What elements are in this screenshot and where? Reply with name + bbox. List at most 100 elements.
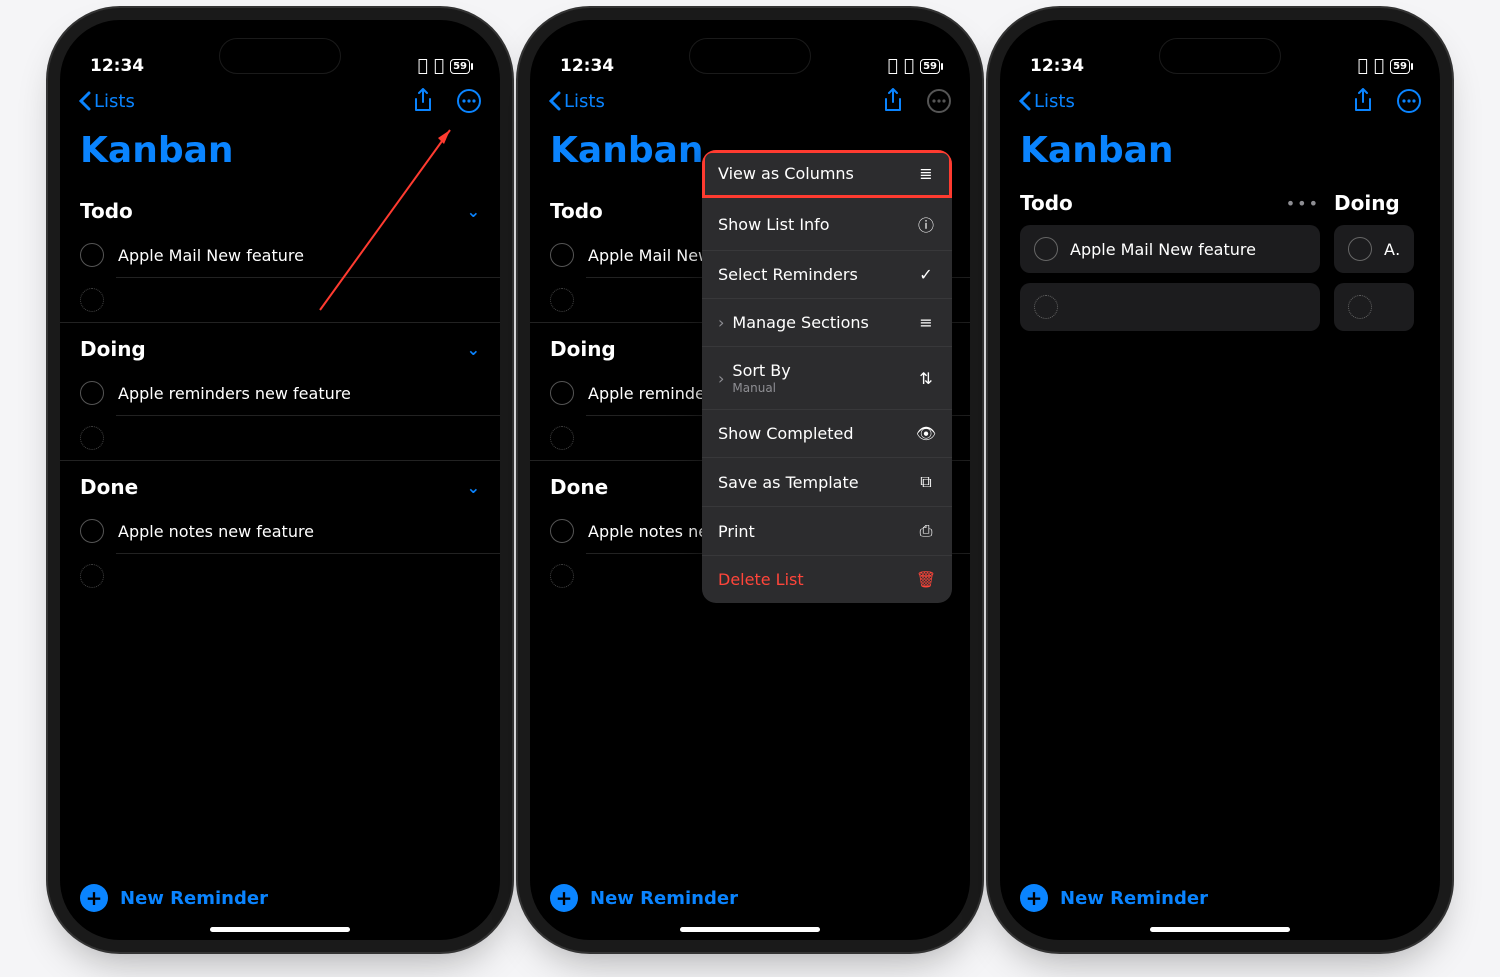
radio-placeholder-icon <box>550 426 574 450</box>
new-reminder-button[interactable]: + New Reminder <box>530 884 970 912</box>
chevron-down-icon: ⌄ <box>467 202 480 221</box>
menu-select-reminders[interactable]: Select Reminders ✓ <box>702 251 952 299</box>
menu-label: Show List Info <box>718 215 830 234</box>
kanban-card[interactable]: Appl <box>1334 225 1414 273</box>
back-button[interactable]: Lists <box>548 91 605 112</box>
chevron-left-icon <box>78 91 92 111</box>
section-name: Done <box>550 475 608 499</box>
menu-label: View as Columns <box>718 164 854 183</box>
menu-show-completed[interactable]: Show Completed 👁 <box>702 410 952 458</box>
plus-circle-icon: + <box>550 884 578 912</box>
ellipsis-circle-icon <box>456 88 482 114</box>
share-icon <box>1352 88 1374 114</box>
radio-placeholder-icon <box>1034 295 1058 319</box>
menu-label: Show Completed <box>718 424 854 443</box>
phone-1: 12:34 􀙇 􀙈 59 Lists Kanban Todo ⌄ <box>60 20 500 940</box>
section-header-done[interactable]: Done ⌄ <box>60 461 500 509</box>
reminder-row[interactable]: Apple notes new feature <box>60 509 500 553</box>
reminder-row-empty[interactable] <box>60 278 500 322</box>
radio-unchecked-icon[interactable] <box>80 243 104 267</box>
wifi-icon: 􀙈 <box>434 56 444 76</box>
chevron-left-icon <box>548 91 562 111</box>
card-text: Apple Mail New feature <box>1070 240 1256 259</box>
reminder-row[interactable]: Apple Mail New feature <box>60 233 500 277</box>
more-button[interactable] <box>456 88 482 114</box>
back-label: Lists <box>94 91 135 112</box>
share-button[interactable] <box>1352 88 1374 114</box>
radio-unchecked-icon <box>550 519 574 543</box>
battery-icon: 59 <box>450 59 470 74</box>
kanban-card-empty[interactable] <box>1334 283 1414 331</box>
home-indicator[interactable] <box>210 927 350 932</box>
ellipsis-circle-icon <box>926 88 952 114</box>
new-reminder-label: New Reminder <box>590 888 738 909</box>
kanban-columns[interactable]: Todo ••• Apple Mail New feature Doing Ap… <box>1000 185 1440 341</box>
signal-icon: 􀙇 <box>888 56 898 76</box>
radio-unchecked-icon[interactable] <box>1034 237 1058 261</box>
radio-placeholder-icon <box>80 288 104 312</box>
reminder-row-empty[interactable] <box>60 554 500 598</box>
radio-unchecked-icon[interactable] <box>80 519 104 543</box>
menu-delete-list[interactable]: Delete List 🗑 <box>702 556 952 603</box>
share-icon <box>412 88 434 114</box>
back-button[interactable]: Lists <box>78 91 135 112</box>
menu-manage-sections[interactable]: ›Manage Sections ≡ <box>702 299 952 347</box>
more-button[interactable] <box>1396 88 1422 114</box>
reminder-text: Apple Mail New feature <box>118 246 304 265</box>
menu-label: Sort By <box>732 361 790 380</box>
reminder-text: Apple reminders new feature <box>118 384 351 403</box>
signal-icon: 􀙇 <box>418 56 428 76</box>
new-reminder-button[interactable]: + New Reminder <box>60 884 500 912</box>
menu-sort-by[interactable]: ›Sort ByManual ⇅ <box>702 347 952 410</box>
column-name: Doing <box>1334 191 1400 215</box>
more-button[interactable] <box>926 88 952 114</box>
menu-view-as-columns[interactable]: View as Columns ≣ <box>702 150 952 198</box>
reminder-row-empty[interactable] <box>60 416 500 460</box>
battery-icon: 59 <box>920 59 940 74</box>
section-header-doing[interactable]: Doing ⌄ <box>60 323 500 371</box>
checkmark-circle-icon: ✓ <box>916 265 936 284</box>
printer-icon: ⎙ <box>916 521 936 541</box>
home-indicator[interactable] <box>680 927 820 932</box>
battery-icon: 59 <box>1390 59 1410 74</box>
radio-unchecked-icon <box>550 243 574 267</box>
dynamic-island <box>1159 38 1281 74</box>
section-header-todo[interactable]: Todo ⌄ <box>60 185 500 233</box>
new-reminder-button[interactable]: + New Reminder <box>1000 884 1440 912</box>
plus-circle-icon: + <box>1020 884 1048 912</box>
plus-circle-icon: + <box>80 884 108 912</box>
radio-unchecked-icon[interactable] <box>1348 237 1372 261</box>
radio-unchecked-icon[interactable] <box>80 381 104 405</box>
dynamic-island <box>219 38 341 74</box>
share-button[interactable] <box>412 88 434 114</box>
kanban-card[interactable]: Apple Mail New feature <box>1020 225 1320 273</box>
ellipsis-circle-icon <box>1396 88 1422 114</box>
menu-label: Manage Sections <box>732 313 868 332</box>
new-reminder-label: New Reminder <box>120 888 268 909</box>
menu-show-list-info[interactable]: Show List Info ⓘ <box>702 198 952 251</box>
share-button[interactable] <box>882 88 904 114</box>
phone-3: 12:34 􀙇 􀙈 59 Lists Kanban Todo ••• <box>1000 20 1440 940</box>
eye-icon: 👁 <box>916 424 936 443</box>
radio-placeholder-icon <box>550 288 574 312</box>
kanban-column-todo: Todo ••• Apple Mail New feature <box>1020 185 1320 341</box>
more-menu: View as Columns ≣ Show List Info ⓘ Selec… <box>702 150 952 603</box>
status-time: 12:34 <box>1030 56 1084 76</box>
trash-icon: 🗑 <box>916 570 936 589</box>
dynamic-island <box>689 38 811 74</box>
reminder-row[interactable]: Apple reminders new feature <box>60 371 500 415</box>
kanban-card-empty[interactable] <box>1020 283 1320 331</box>
column-more-button[interactable]: ••• <box>1286 194 1320 213</box>
section-name: Todo <box>80 199 133 223</box>
chevron-down-icon: ⌄ <box>467 340 480 359</box>
page-title: Kanban <box>1000 124 1440 185</box>
share-icon <box>882 88 904 114</box>
back-button[interactable]: Lists <box>1018 91 1075 112</box>
radio-placeholder-icon <box>80 564 104 588</box>
sections-icon: ≡ <box>916 313 936 332</box>
status-time: 12:34 <box>90 56 144 76</box>
home-indicator[interactable] <box>1150 927 1290 932</box>
kanban-column-doing: Doing Appl <box>1334 185 1414 341</box>
menu-print[interactable]: Print ⎙ <box>702 507 952 556</box>
menu-save-template[interactable]: Save as Template ⧉ <box>702 458 952 507</box>
